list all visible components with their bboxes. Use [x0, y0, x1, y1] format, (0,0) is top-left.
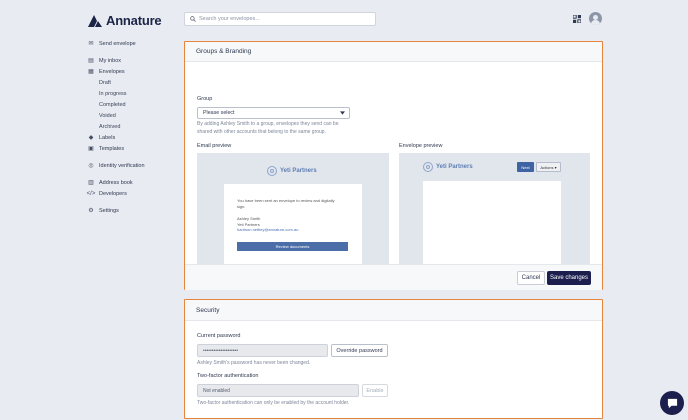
group-help-text: By adding Ashley Smith to a group, envel… [197, 121, 338, 136]
sidebar-item-label: Voided [99, 112, 116, 119]
groups-branding-panel: Groups & Branding Group Please select By… [184, 41, 603, 290]
panel-body: Group Please select By adding Ashley Smi… [185, 62, 602, 274]
panel-footer: Cancel Save changes [185, 264, 602, 290]
password-field: •••••••••••••••••••• [197, 344, 328, 357]
sidebar-item-label: In progress [99, 90, 127, 97]
sidebar: ✉ Send envelope ▤ My inbox ▦ Envelopes D… [87, 38, 177, 216]
search-bar[interactable] [184, 12, 376, 26]
sidebar-subitem-voided[interactable]: Voided [87, 110, 177, 121]
tag-icon: ◆ [88, 135, 94, 141]
envelope-preview: Yeti Partners Next Actions ▾ [399, 153, 590, 274]
sidebar-item-label: Templates [99, 145, 125, 152]
email-text: You have been sent an envelope to review… [237, 198, 335, 203]
override-password-button[interactable]: Override password [331, 344, 388, 357]
sidebar-item-label: Draft [99, 79, 111, 86]
email-sender-address: harrison.nettley@annature.com.au [237, 227, 299, 232]
sidebar-item-label: Archived [99, 123, 121, 130]
password-help-text: Ashley Smith's password has never been c… [197, 360, 311, 366]
brand-logo: Yeti Partners [267, 166, 317, 176]
address-book-icon: ▥ [88, 180, 94, 186]
sidebar-item-my-inbox[interactable]: ▤ My inbox [87, 55, 177, 66]
template-icon: ▣ [88, 146, 94, 152]
sidebar-item-envelopes[interactable]: ▦ Envelopes [87, 66, 177, 77]
sidebar-item-label: Completed [99, 101, 126, 108]
annature-logo-icon [88, 14, 102, 27]
brand-logo-icon [267, 166, 277, 176]
chat-icon [667, 398, 677, 408]
panel-body: Current password •••••••••••••••••••• Ov… [185, 321, 602, 418]
app-logo[interactable]: Annature [88, 13, 162, 28]
two-factor-label: Two-factor authentication [197, 373, 259, 379]
sidebar-item-label: Developers [99, 190, 127, 197]
review-documents-button: Review documents [237, 242, 348, 251]
sidebar-item-label: My inbox [99, 57, 122, 64]
sidebar-item-label: Settings [99, 207, 119, 214]
sidebar-subitem-archived[interactable]: Archived [87, 121, 177, 132]
email-text: sign. [237, 203, 246, 209]
panel-title: Groups & Branding [185, 42, 602, 62]
chevron-down-icon [340, 111, 345, 115]
brand-logo-icon [423, 162, 433, 172]
sidebar-subitem-completed[interactable]: Completed [87, 99, 177, 110]
help-line: By adding Ashley Smith to a group, envel… [197, 121, 339, 127]
envelope-preview-label: Envelope preview [399, 143, 443, 149]
help-line: shared with other accounts that belong t… [197, 128, 326, 135]
email-preview-label: Email preview [197, 143, 232, 149]
sidebar-item-templates[interactable]: ▣ Templates [87, 143, 177, 154]
apps-grid-icon[interactable] [573, 15, 581, 23]
sidebar-item-label: Address book [99, 179, 133, 186]
code-icon: </> [86, 190, 96, 197]
sidebar-item-developers[interactable]: </> Developers [87, 188, 177, 199]
avatar-head-shape [593, 14, 598, 20]
sidebar-subitem-draft[interactable]: Draft [87, 77, 177, 88]
brand-name: Yeti Partners [280, 168, 317, 174]
search-icon [190, 16, 196, 22]
sidebar-item-identity-verification[interactable]: ◎ Identity verification [87, 160, 177, 171]
security-panel: Security Current password ••••••••••••••… [184, 299, 603, 419]
fingerprint-icon: ◎ [88, 163, 94, 169]
inbox-icon: ▤ [88, 58, 94, 64]
sidebar-item-label: Labels [99, 134, 116, 141]
envelopes-icon: ▦ [88, 69, 94, 75]
panel-title: Security [185, 300, 602, 321]
sidebar-subitem-in-progress[interactable]: In progress [87, 88, 177, 99]
sidebar-item-label: Identity verification [99, 162, 145, 169]
app-name: Annature [106, 13, 162, 28]
save-changes-button[interactable]: Save changes [547, 271, 591, 285]
group-select-value: Please select [203, 110, 235, 116]
group-label: Group [197, 96, 213, 102]
brand-logo: Yeti Partners [423, 162, 473, 172]
sidebar-item-label: Send envelope [99, 40, 136, 47]
avatar-body-shape [591, 20, 600, 25]
send-icon: ✉ [88, 41, 94, 47]
sidebar-item-labels[interactable]: ◆ Labels [87, 132, 177, 143]
chat-button[interactable] [660, 391, 684, 415]
envelope-next-button: Next [517, 162, 534, 172]
two-factor-help-text: Two-factor authentication can only be en… [197, 400, 350, 406]
email-card: You have been sent an envelope to review… [224, 184, 362, 266]
cancel-button[interactable]: Cancel [517, 271, 545, 285]
search-input[interactable] [199, 16, 369, 22]
email-preview: Yeti Partners You have been sent an enve… [197, 153, 389, 274]
brand-name: Yeti Partners [436, 164, 473, 170]
sidebar-item-address-book[interactable]: ▥ Address book [87, 177, 177, 188]
envelope-document-page [423, 181, 561, 274]
current-password-label: Current password [197, 333, 241, 339]
sidebar-item-label: Envelopes [99, 68, 125, 75]
two-factor-field: Not enabled [197, 384, 359, 397]
enable-two-factor-button[interactable]: Enable [362, 384, 388, 397]
sidebar-item-settings[interactable]: ⚙ Settings [87, 205, 177, 216]
group-select[interactable]: Please select [197, 107, 350, 119]
settings-icon: ⚙ [88, 208, 94, 214]
envelope-actions-button: Actions ▾ [536, 162, 561, 172]
sidebar-item-send-envelope[interactable]: ✉ Send envelope [87, 38, 177, 49]
user-avatar[interactable] [589, 12, 602, 25]
